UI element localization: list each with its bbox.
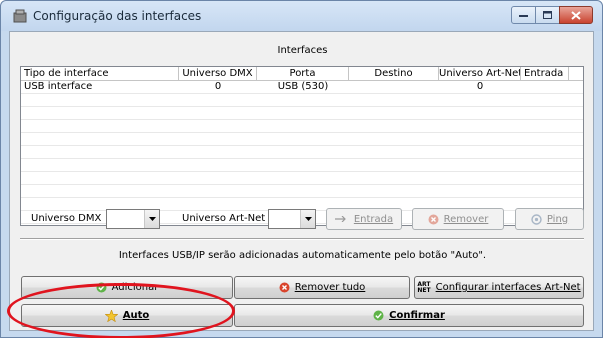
remover-tudo-button[interactable]: Remover tudo <box>234 276 410 299</box>
add-icon <box>96 282 107 293</box>
close-icon <box>571 10 581 20</box>
auto-info-text: Interfaces USB/IP serão adicionadas auto… <box>118 250 487 261</box>
column-header-filler <box>569 67 583 81</box>
cell-porta: USB (530) <box>277 81 329 92</box>
configuration-window: Configuração das interfaces Interfaces T… <box>0 0 603 338</box>
column-header-destino[interactable]: Destino <box>349 67 439 81</box>
entrada-button[interactable]: Entrada <box>326 208 402 230</box>
client-area: Interfaces Tipo de interface Universo DM… <box>9 31 594 331</box>
universe-artnet-combo[interactable] <box>268 209 316 229</box>
entrada-label: Entrada <box>353 213 394 225</box>
remover-tudo-label: Remover tudo <box>294 282 366 293</box>
table-row-empty <box>21 172 583 185</box>
title-bar[interactable]: Configuração das interfaces <box>1 1 602 31</box>
column-header-porta[interactable]: Porta <box>257 67 349 81</box>
remove-all-icon <box>279 282 290 293</box>
minimize-icon <box>519 15 528 17</box>
universe-dmx-combo[interactable] <box>106 209 160 229</box>
table-row-empty <box>21 185 583 198</box>
table-row-empty <box>21 146 583 159</box>
adicionar-label: Adicionar <box>111 282 159 293</box>
list-header: Tipo de interface Universo DMX Porta Des… <box>21 67 583 81</box>
minimize-button[interactable] <box>511 6 536 24</box>
column-header-universo-artnet[interactable]: Universo Art-Net <box>439 67 521 81</box>
universe-artnet-label: Universo Art-Net <box>182 213 266 224</box>
configurar-artnet-label: Configurar interfaces Art-Net <box>435 282 581 293</box>
confirmar-button[interactable]: Confirmar <box>234 304 584 327</box>
universe-artnet-dropdown[interactable] <box>300 210 315 228</box>
ping-button[interactable]: Ping <box>515 208 584 230</box>
ping-icon <box>531 213 542 225</box>
column-header-entrada[interactable]: Entrada <box>521 67 569 81</box>
universe-dmx-label: Universo DMX <box>31 213 102 224</box>
column-header-universo-dmx[interactable]: Universo DMX <box>179 67 257 81</box>
cell-universo-artnet: 0 <box>476 81 484 92</box>
chevron-down-icon <box>148 217 156 221</box>
chevron-down-icon <box>304 217 312 221</box>
cell-tipo: USB interface <box>24 81 93 92</box>
window-title: Configuração das interfaces <box>33 9 202 23</box>
remover-label: Remover <box>443 213 489 225</box>
close-button[interactable] <box>559 6 593 24</box>
table-row-empty <box>21 94 583 107</box>
auto-label: Auto <box>122 310 150 321</box>
maximize-button[interactable] <box>535 6 560 24</box>
artnet-icon-bottom: NET <box>417 286 431 294</box>
remove-icon <box>428 214 439 224</box>
confirmar-label: Confirmar <box>389 310 445 321</box>
table-row-empty <box>21 133 583 146</box>
table-row[interactable]: USB interface 0 USB (530) 0 <box>21 81 583 94</box>
cell-destino <box>349 81 439 94</box>
configurar-artnet-button[interactable]: ART NET Configurar interfaces Art-Net <box>414 276 584 299</box>
artnet-icon: ART NET <box>417 281 431 294</box>
column-header-tipo[interactable]: Tipo de interface <box>21 67 179 81</box>
star-icon <box>104 309 118 322</box>
input-arrow-icon <box>334 216 346 222</box>
table-row-empty <box>21 120 583 133</box>
ping-label: Ping <box>546 213 569 225</box>
cell-entrada <box>521 81 569 94</box>
interfaces-section-label: Interfaces <box>277 45 328 56</box>
auto-button[interactable]: Auto <box>21 304 233 327</box>
check-icon <box>373 310 384 321</box>
adicionar-button[interactable]: Adicionar <box>21 276 233 299</box>
table-row-empty <box>21 107 583 120</box>
app-icon <box>13 9 27 23</box>
table-row-empty <box>21 159 583 172</box>
interfaces-list[interactable]: Tipo de interface Universo DMX Porta Des… <box>20 66 584 226</box>
maximize-icon <box>543 11 552 19</box>
separator <box>20 238 584 240</box>
cell-universo-dmx: 0 <box>214 81 222 92</box>
remover-button[interactable]: Remover <box>412 208 504 230</box>
universe-dmx-dropdown[interactable] <box>144 210 159 228</box>
